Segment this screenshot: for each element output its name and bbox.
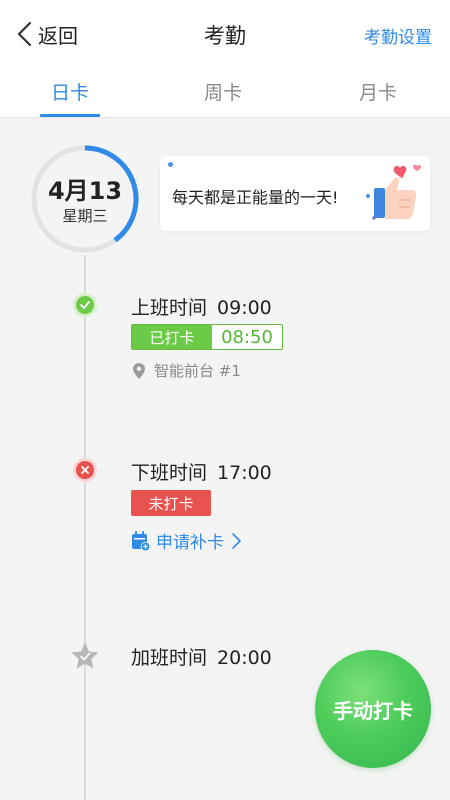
check-icon <box>73 293 97 317</box>
date-weekday: 星期三 <box>62 207 108 225</box>
overtime-status-marker <box>70 641 100 671</box>
decorative-dot <box>168 162 173 167</box>
back-label: 返回 <box>38 23 78 48</box>
star-icon <box>71 642 99 669</box>
chevron-left-icon <box>17 21 32 47</box>
checkout-row-title: 下班时间 17:00 <box>131 458 272 485</box>
back-button[interactable]: 返回 <box>16 18 78 50</box>
apply-makeup-punch-label: 申请补卡 <box>156 533 224 553</box>
checkout-status-badge: 未打卡 <box>131 490 211 516</box>
location-pin-icon <box>133 362 145 379</box>
overtime-row-title: 加班时间 20:00 <box>131 643 272 670</box>
checkin-time: 09:00 <box>217 297 272 319</box>
overtime-time: 20:00 <box>217 647 272 669</box>
chevron-right-icon <box>232 532 241 549</box>
checkout-status-marker <box>72 457 98 483</box>
apply-makeup-punch-link[interactable]: 申请补卡 <box>131 528 242 553</box>
tab-month[interactable]: 月卡 <box>338 78 418 105</box>
tab-active-indicator <box>40 114 100 117</box>
overtime-label: 加班时间 <box>131 647 208 669</box>
motto-card: 每天都是正能量的一天! <box>160 156 430 231</box>
checkin-location-text: 智能前台 #1 <box>154 362 241 380</box>
checkin-row-title: 上班时间 09:00 <box>131 293 272 320</box>
tab-day[interactable]: 日卡 <box>30 78 110 105</box>
checkin-punch-time: 08:50 <box>212 325 282 349</box>
checkout-time: 17:00 <box>217 462 272 484</box>
checkin-label: 上班时间 <box>131 297 208 319</box>
checkin-status-badge: 已打卡 08:50 <box>131 324 283 350</box>
checkin-status-label: 已打卡 <box>132 325 212 349</box>
calendar-add-icon <box>132 530 151 551</box>
timeline-line <box>84 255 86 800</box>
tab-bar: 日卡 周卡 月卡 <box>0 66 450 118</box>
top-bar: 返回 考勤 考勤设置 <box>0 0 450 66</box>
tab-week[interactable]: 周卡 <box>183 78 263 105</box>
date-circle: 4月13 星期三 <box>30 141 140 257</box>
motto-text: 每天都是正能量的一天! <box>172 188 339 207</box>
thumbs-up-icon <box>366 164 422 220</box>
checkout-label: 下班时间 <box>131 462 208 484</box>
checkin-location: 智能前台 #1 <box>132 360 241 381</box>
close-icon <box>73 458 97 482</box>
attendance-settings-link[interactable]: 考勤设置 <box>364 23 432 48</box>
manual-punch-button[interactable]: 手动打卡 <box>315 650 431 768</box>
checkin-status-marker <box>72 292 98 318</box>
date-day: 4月13 <box>47 177 123 205</box>
